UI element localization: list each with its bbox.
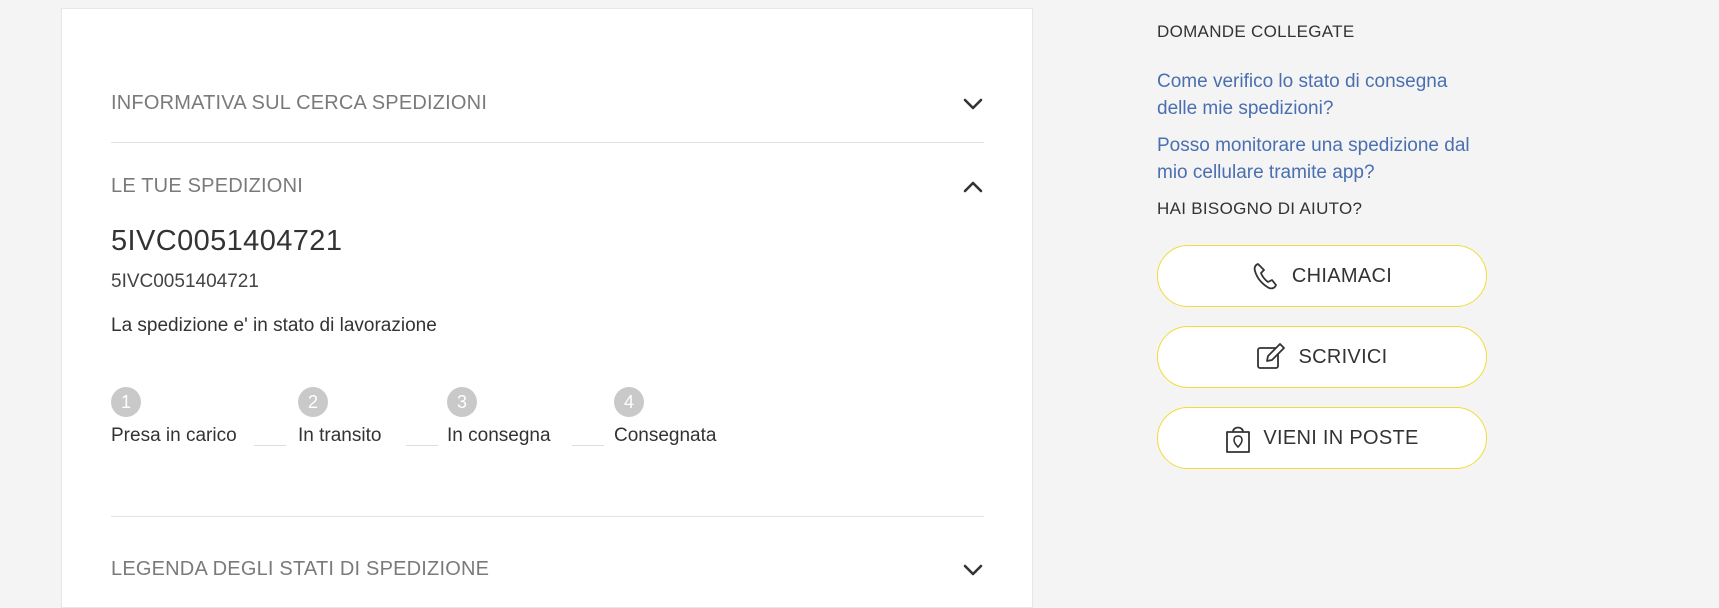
accordion-your-shipments-title: LE TUE SPEDIZIONI — [111, 175, 303, 197]
chevron-down-icon[interactable] — [962, 559, 984, 581]
step-label: In transito — [298, 425, 382, 446]
step-number: 3 — [447, 387, 477, 417]
divider — [111, 516, 984, 517]
step-in-delivery: 3 In consegna — [447, 387, 551, 447]
step-number: 4 — [614, 387, 644, 417]
visit-post-office-button[interactable]: VIENI IN POSTE — [1157, 407, 1487, 469]
write-us-label: SCRIVICI — [1298, 345, 1388, 368]
step-taken-in-charge: 1 Presa in carico — [111, 387, 237, 447]
location-bag-icon — [1225, 422, 1251, 454]
accordion-legend-title: LEGENDA DEGLI STATI DI SPEDIZIONE — [111, 558, 490, 580]
step-in-transit: 2 In transito — [298, 387, 381, 447]
step-connector — [254, 445, 286, 446]
accordion-info[interactable]: INFORMATIVA SUL CERCA SPEDIZIONI — [111, 92, 984, 115]
accordion-info-header[interactable]: INFORMATIVA SUL CERCA SPEDIZIONI — [111, 92, 984, 115]
call-us-button[interactable]: CHIAMACI — [1157, 245, 1487, 307]
shipments-card: INFORMATIVA SUL CERCA SPEDIZIONI LE TUE … — [61, 8, 1033, 608]
step-label: In consegna — [447, 425, 551, 446]
step-label: Presa in carico — [111, 425, 237, 446]
accordion-your-shipments-header[interactable]: LE TUE SPEDIZIONI — [111, 175, 984, 198]
chevron-down-icon[interactable] — [962, 93, 984, 115]
step-number: 1 — [111, 387, 141, 417]
step-connector — [406, 445, 438, 446]
related-link-app-tracking[interactable]: Posso monitorare una spedizione dal mio … — [1157, 132, 1487, 186]
shipment-status-text: La spedizione e' in stato di lavorazione — [111, 315, 437, 336]
tracking-steps: 1 Presa in carico 2 In transito 3 In con… — [111, 387, 811, 457]
write-us-button[interactable]: SCRIVICI — [1157, 326, 1487, 388]
chevron-up-icon[interactable] — [962, 176, 984, 198]
step-label: Consegnata — [614, 425, 717, 446]
related-link-delivery-status[interactable]: Come verifico lo stato di consegna delle… — [1157, 68, 1487, 122]
step-number: 2 — [298, 387, 328, 417]
step-delivered: 4 Consegnata — [614, 387, 716, 447]
accordion-legend-header[interactable]: LEGENDA DEGLI STATI DI SPEDIZIONE — [111, 558, 984, 581]
accordion-your-shipments[interactable]: LE TUE SPEDIZIONI — [111, 175, 984, 198]
visit-post-office-label: VIENI IN POSTE — [1263, 426, 1419, 449]
shipment-code-title: 5IVC0051404721 — [111, 225, 343, 257]
shipment-code: 5IVC0051404721 — [111, 271, 259, 292]
accordion-legend[interactable]: LEGENDA DEGLI STATI DI SPEDIZIONE — [111, 558, 984, 581]
related-questions-title: DOMANDE COLLEGATE — [1157, 22, 1355, 41]
phone-icon — [1252, 261, 1280, 291]
accordion-info-title: INFORMATIVA SUL CERCA SPEDIZIONI — [111, 92, 488, 114]
help-title: HAI BISOGNO DI AIUTO? — [1157, 199, 1363, 218]
edit-icon — [1256, 342, 1286, 372]
divider — [111, 142, 984, 143]
call-us-label: CHIAMACI — [1291, 264, 1393, 287]
step-connector — [572, 445, 604, 446]
